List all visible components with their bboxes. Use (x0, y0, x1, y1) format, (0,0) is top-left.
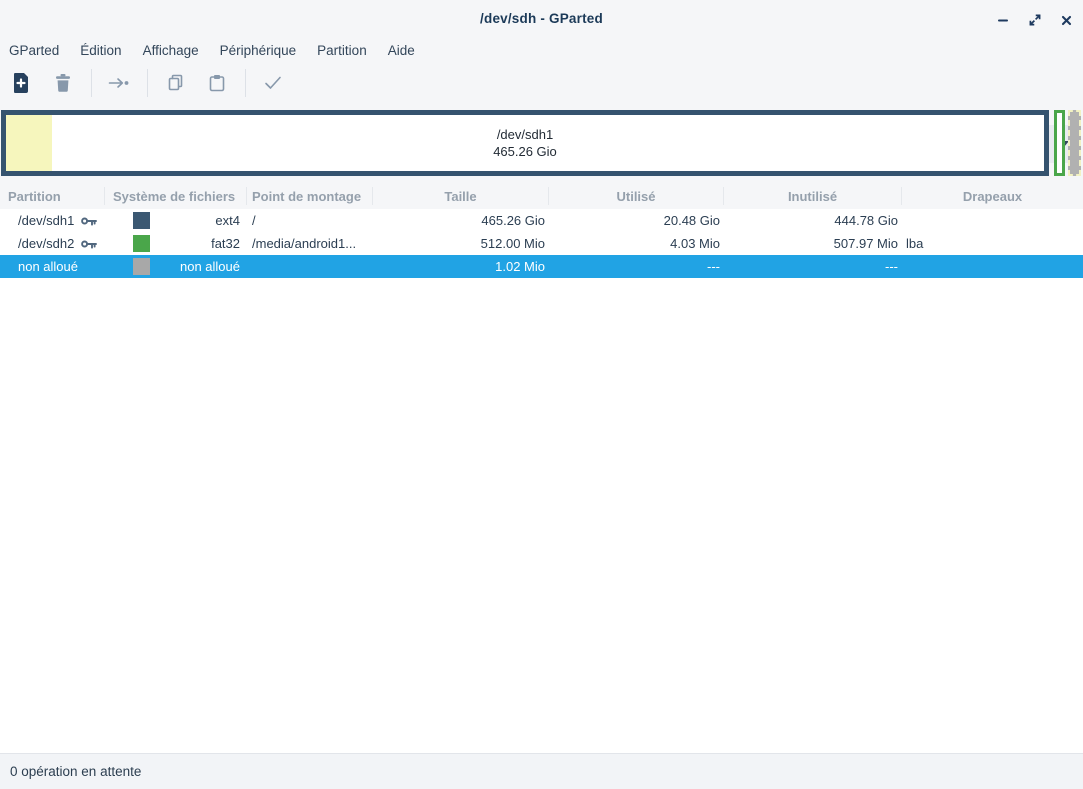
column-header-filesystem[interactable]: Système de fichiers (105, 187, 247, 205)
menu-view[interactable]: Affichage (142, 41, 200, 60)
copy-icon (166, 73, 186, 93)
new-partition-button[interactable] (9, 70, 35, 96)
titlebar: /dev/sdh - GParted (0, 0, 1083, 38)
toolbar-separator (245, 69, 246, 97)
partition-flags (902, 209, 1083, 232)
filesystem-color-swatch (133, 258, 150, 275)
copy-button[interactable] (163, 70, 189, 96)
mount-point: / (247, 209, 373, 232)
partition-size: 512.00 Mio (373, 232, 549, 255)
filesystem-type: non alloué (180, 259, 240, 274)
table-row-sdh2[interactable]: /dev/sdh2 fat32 /media/android1... 512.0… (0, 232, 1083, 255)
mount-point: /media/android1... (247, 232, 373, 255)
partition-flags: lba (902, 232, 1083, 255)
minimize-icon (996, 13, 1010, 27)
close-icon (1060, 14, 1073, 27)
delete-partition-button[interactable] (50, 70, 76, 96)
mount-point (247, 255, 373, 278)
table-header: Partition Système de fichiers Point de m… (0, 183, 1083, 209)
minimize-button[interactable] (991, 8, 1015, 32)
maximize-icon (1028, 13, 1042, 27)
menu-edit[interactable]: Édition (79, 41, 122, 60)
trash-icon (53, 72, 73, 94)
partition-size: 465.26 Gio (373, 209, 549, 232)
window-title: /dev/sdh - GParted (0, 11, 1083, 26)
column-header-used[interactable]: Utilisé (549, 187, 724, 205)
apply-operations-button[interactable] (260, 70, 286, 96)
toolbar: /dev/sdh (465.76 Gio) (0, 62, 1083, 104)
paste-button[interactable] (204, 70, 230, 96)
checkmark-icon (263, 74, 283, 92)
partition-name: /dev/sdh1 (18, 213, 74, 228)
partition-unused: --- (724, 255, 902, 278)
partition-name: /dev/sdh2 (18, 236, 74, 251)
table-row-unallocated[interactable]: non alloué non alloué 1.02 Mio --- --- (0, 255, 1083, 278)
resize-move-button[interactable] (106, 70, 132, 96)
table-row-sdh1[interactable]: /dev/sdh1 ext4 / 465.26 Gio 20.48 Gio 44… (0, 209, 1083, 232)
column-header-mountpoint[interactable]: Point de montage (247, 187, 373, 205)
table-empty-area (0, 278, 1083, 753)
menu-partition[interactable]: Partition (316, 41, 368, 60)
partition-unused: 444.78 Gio (724, 209, 902, 232)
mounted-key-icon (81, 238, 97, 250)
close-button[interactable] (1054, 8, 1078, 32)
column-header-flags[interactable]: Drapeaux (902, 187, 1083, 205)
paste-icon (207, 73, 227, 93)
menubar: GParted Édition Affichage Périphérique P… (0, 38, 1083, 62)
partition-visual-size: 465.26 Gio (493, 143, 557, 160)
resize-move-icon (107, 75, 131, 91)
partition-visual-sdh2[interactable] (1054, 110, 1065, 176)
used-space-indicator (6, 115, 52, 171)
mounted-key-icon (81, 215, 97, 227)
partition-size: 1.02 Mio (373, 255, 549, 278)
partition-flags (902, 255, 1083, 278)
partition-visual-unallocated[interactable] (1068, 110, 1081, 176)
column-header-unused[interactable]: Inutilisé (724, 187, 902, 205)
partition-used: --- (549, 255, 724, 278)
menu-gparted[interactable]: GParted (8, 41, 60, 60)
toolbar-separator (91, 69, 92, 97)
filesystem-type: fat32 (211, 236, 240, 251)
pending-operations-status: 0 opération en attente (10, 764, 141, 779)
maximize-button[interactable] (1023, 8, 1047, 32)
partition-visual-strip: /dev/sdh1 465.26 Gio (0, 104, 1083, 183)
partition-unused: 507.97 Mio (724, 232, 902, 255)
gparted-window: /dev/sdh - GParted GParted Édition Affic… (0, 0, 1083, 789)
partition-visual-sdh1[interactable]: /dev/sdh1 465.26 Gio (1, 110, 1049, 176)
filesystem-color-swatch (133, 212, 150, 229)
partition-used: 4.03 Mio (549, 232, 724, 255)
statusbar: 0 opération en attente (0, 753, 1083, 789)
partition-visual-name: /dev/sdh1 (497, 126, 553, 143)
menu-device[interactable]: Périphérique (219, 41, 298, 60)
partition-table: /dev/sdh1 ext4 / 465.26 Gio 20.48 Gio 44… (0, 209, 1083, 278)
filesystem-type: ext4 (215, 213, 240, 228)
new-partition-icon (11, 71, 33, 95)
partition-name: non alloué (18, 259, 78, 274)
column-header-partition[interactable]: Partition (0, 187, 105, 205)
menu-help[interactable]: Aide (387, 41, 416, 60)
filesystem-color-swatch (133, 235, 150, 252)
column-header-size[interactable]: Taille (373, 187, 549, 205)
toolbar-separator (147, 69, 148, 97)
partition-used: 20.48 Gio (549, 209, 724, 232)
